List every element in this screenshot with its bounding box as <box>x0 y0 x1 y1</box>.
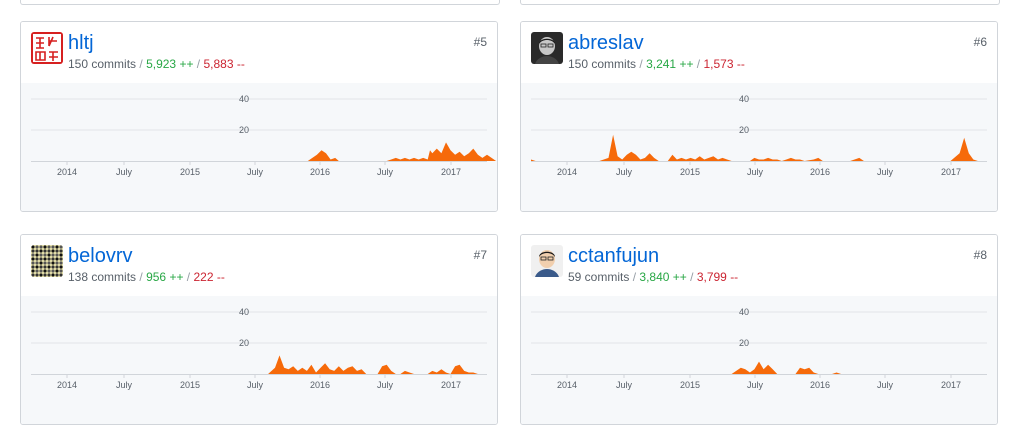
contributor-rank: #6 <box>973 35 987 49</box>
stats-separator: / <box>186 270 191 284</box>
x-tick-label: 2016 <box>310 380 330 390</box>
x-tick-label: 2014 <box>57 380 77 390</box>
previous-card-bottom <box>20 0 500 5</box>
commit-activity-chart: 20 40 2014 July 2015 July 2016 July 2017 <box>521 296 997 424</box>
person-photo-avatar[interactable] <box>531 32 563 64</box>
commit-count: 59 commits <box>568 270 630 284</box>
x-tick-label: 2016 <box>810 167 830 177</box>
contributor-login-link[interactable]: cctanfujun <box>568 243 659 269</box>
x-tick-label: July <box>247 167 264 177</box>
card-header: hltj 150 commits / 5,923 ++ / 5,883 -- #… <box>21 22 497 84</box>
additions-count: 3,840 ++ <box>639 270 687 284</box>
y-tick-label: 40 <box>739 307 749 317</box>
x-tick-label: 2017 <box>941 167 961 177</box>
commit-area-series <box>531 134 978 161</box>
stats-separator: / <box>639 57 643 71</box>
x-tick-label: July <box>247 380 264 390</box>
y-tick-label: 20 <box>739 338 749 348</box>
stats-separator: / <box>139 270 143 284</box>
x-tick-label: July <box>747 167 764 177</box>
commit-activity-chart: 20 40 2014 July 2015 July 2016 July 2017 <box>21 296 497 424</box>
chart-svg: 20 40 2014 July 2015 July 2016 July 2017 <box>31 94 497 177</box>
x-tick-label: July <box>116 167 133 177</box>
y-tick-label: 20 <box>739 125 749 135</box>
dot-pattern-avatar[interactable] <box>31 245 63 277</box>
contributor-stats: 59 commits / 3,840 ++ / 3,799 -- <box>568 269 738 285</box>
x-tick-label: 2015 <box>680 167 700 177</box>
contributor-login-link[interactable]: abreslav <box>568 30 644 56</box>
commit-area-series <box>731 361 842 374</box>
x-tick-label: 2017 <box>941 380 961 390</box>
deletions-count: 5,883 -- <box>203 57 245 71</box>
contributor-card: hltj 150 commits / 5,923 ++ / 5,883 -- #… <box>20 21 498 212</box>
contributor-card: belovrv 138 commits / 956 ++ / 222 -- #7… <box>20 234 498 425</box>
chart-svg: 20 40 2014 July 2015 July 2016 July 2017 <box>531 307 987 390</box>
card-header: cctanfujun 59 commits / 3,840 ++ / 3,799… <box>521 235 997 297</box>
chart-svg: 20 40 2014 July 2015 July 2016 July 2017 <box>531 94 987 177</box>
x-tick-label: July <box>377 167 394 177</box>
x-tick-label: July <box>747 380 764 390</box>
stats-separator: / <box>139 57 143 71</box>
red-seal-avatar[interactable] <box>31 32 63 64</box>
x-tick-label: 2017 <box>441 380 461 390</box>
y-tick-label: 40 <box>239 307 249 317</box>
x-tick-label: July <box>877 167 894 177</box>
contributor-stats: 150 commits / 5,923 ++ / 5,883 -- <box>68 56 245 72</box>
y-tick-label: 20 <box>239 338 249 348</box>
card-header: belovrv 138 commits / 956 ++ / 222 -- #7 <box>21 235 497 297</box>
contributor-login-link[interactable]: hltj <box>68 30 94 56</box>
commit-count: 138 commits <box>68 270 137 284</box>
contributor-stats: 150 commits / 3,241 ++ / 1,573 -- <box>568 56 745 72</box>
contributor-card: cctanfujun 59 commits / 3,840 ++ / 3,799… <box>520 234 998 425</box>
additions-count: 956 ++ <box>146 270 184 284</box>
x-tick-label: 2015 <box>680 380 700 390</box>
x-tick-label: 2015 <box>180 167 200 177</box>
contributor-rank: #7 <box>473 248 487 262</box>
deletions-count: 222 -- <box>193 270 225 284</box>
commit-count: 150 commits <box>68 57 137 71</box>
commit-count: 150 commits <box>568 57 637 71</box>
contributor-rank: #8 <box>973 248 987 262</box>
stats-separator: / <box>696 57 701 71</box>
x-tick-label: July <box>616 167 633 177</box>
commit-area-series <box>268 355 478 374</box>
x-tick-label: 2015 <box>180 380 200 390</box>
y-tick-label: 40 <box>239 94 249 104</box>
contributor-card: abreslav 150 commits / 3,241 ++ / 1,573 … <box>520 21 998 212</box>
x-tick-label: 2014 <box>557 167 577 177</box>
deletions-count: 1,573 -- <box>703 57 745 71</box>
commit-activity-chart: 20 40 2014 July 2015 July 2016 July 2017 <box>521 83 997 211</box>
commit-area-series <box>307 142 497 161</box>
y-tick-label: 40 <box>739 94 749 104</box>
deletions-count: 3,799 -- <box>696 270 739 284</box>
stats-separator: / <box>196 57 201 71</box>
x-tick-label: July <box>616 380 633 390</box>
stats-separator: / <box>632 270 637 284</box>
x-tick-label: 2014 <box>57 167 77 177</box>
stats-separator: / <box>690 270 694 284</box>
x-tick-label: July <box>116 380 133 390</box>
contributor-rank: #5 <box>473 35 487 49</box>
person-photo-avatar[interactable] <box>531 245 563 277</box>
x-tick-label: 2017 <box>441 167 461 177</box>
additions-count: 5,923 ++ <box>146 57 194 71</box>
previous-card-bottom <box>520 0 1000 5</box>
x-tick-label: 2016 <box>310 167 330 177</box>
x-tick-label: July <box>877 380 894 390</box>
additions-count: 3,241 ++ <box>646 57 694 71</box>
contributor-login-link[interactable]: belovrv <box>68 243 132 269</box>
commit-activity-chart: 20 40 2014 July 2015 July 2016 July 2017 <box>21 83 497 211</box>
y-tick-label: 20 <box>239 125 249 135</box>
x-tick-label: 2014 <box>557 380 577 390</box>
x-tick-label: July <box>377 380 394 390</box>
chart-svg: 20 40 2014 July 2015 July 2016 July 2017 <box>31 307 487 390</box>
card-header: abreslav 150 commits / 3,241 ++ / 1,573 … <box>521 22 997 84</box>
x-tick-label: 2016 <box>810 380 830 390</box>
contributor-stats: 138 commits / 956 ++ / 222 -- <box>68 269 225 285</box>
